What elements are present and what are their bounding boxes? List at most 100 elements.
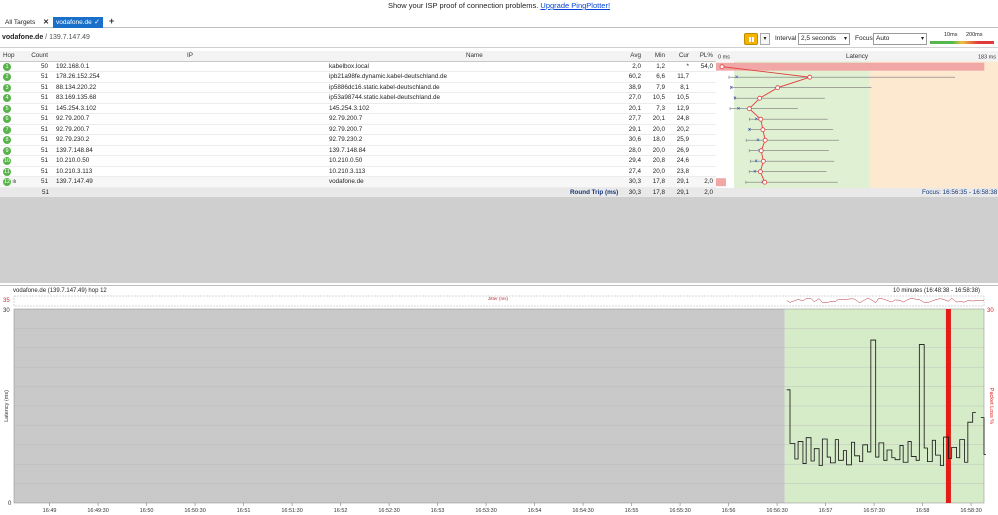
table-row[interactable]: 12 ılı 51 139.7.147.49 vodafone.de 30,3 17,8 2… (0, 177, 716, 188)
table-row[interactable]: 8 51 92.79.230.2 92.79.230.2 30,6 18,0 25,9 (0, 135, 716, 146)
count-header[interactable]: Count (28, 51, 48, 62)
hop-badge: 7 (3, 125, 11, 134)
latency-avg-point (719, 64, 725, 70)
hop-cell: 4 (3, 93, 21, 104)
latency-header-label: Latency (846, 53, 869, 60)
pause-dropdown-icon[interactable]: ▾ (760, 33, 770, 45)
x-tick-label: 16:55 (625, 508, 639, 514)
name-cell: 139.7.148.84 (329, 146, 366, 154)
x-tick-label: 16:50:30 (184, 508, 205, 514)
latency-cur-mark: × (748, 128, 752, 134)
min-header[interactable]: Min (645, 51, 665, 62)
timeline-graph: 35 Jitter (ms) 30 0 30 Latency (ms) Packet Los… (3, 295, 994, 514)
ip-cell: 145.254.3.102 (56, 104, 97, 112)
y-right-max: 30 (987, 308, 994, 314)
min-cell: 20,8 (652, 157, 665, 164)
table-row[interactable]: 3 51 88.134.220.22 ip5886dc16.static.kabel-… (0, 83, 716, 93)
pause-button[interactable] (744, 33, 758, 45)
tab-vodafone[interactable]: vodafone.de ✓ (53, 17, 103, 28)
add-tab-button[interactable]: + (106, 16, 114, 27)
count-cell: 51 (40, 125, 48, 133)
x-tick-label: 16:50 (140, 508, 154, 514)
summary-min: 17,8 (652, 189, 665, 196)
graph-icon[interactable]: ılı (11, 179, 16, 185)
avg-cell: 60,2 (628, 73, 641, 80)
ip-cell: 178.26.152.254 (56, 73, 100, 80)
avg-header[interactable]: Avg (620, 51, 641, 62)
min-cell: 7,9 (656, 83, 665, 91)
name-cell: 10.210.3.113 (329, 167, 366, 175)
table-row[interactable]: 5 51 145.254.3.102 145.254.3.102 20,1 7,3 12,9 (0, 104, 716, 115)
cur-cell: 26,9 (676, 146, 689, 154)
x-tick-label: 16:49 (43, 508, 57, 514)
interval-select[interactable]: 2,5 seconds ▾ (798, 33, 850, 45)
upgrade-link[interactable]: Upgrade PingPlotter! (540, 1, 610, 10)
cur-header[interactable]: Cur (669, 51, 689, 62)
table-row[interactable]: 7 51 92.79.200.7 92.79.200.7 29,1 20,0 20,2 (0, 125, 716, 135)
x-tick-label: 16:52:30 (378, 508, 399, 514)
hop-cell: 11 (3, 167, 21, 178)
hop-cell: 8 (3, 135, 21, 146)
hop-badge: 6 (3, 115, 11, 123)
packet-loss-marker (945, 309, 951, 503)
min-cell: 20,0 (652, 125, 665, 133)
ip-cell: 10.210.3.113 (56, 167, 93, 175)
count-cell: 51 (40, 178, 48, 185)
hop-badge: 11 (3, 167, 11, 176)
latency-avg-point (762, 179, 768, 185)
table-row[interactable]: 6 51 92.79.200.7 92.79.200.7 27,7 20,1 24,8 (0, 114, 716, 125)
table-row[interactable]: 9 51 139.7.148.84 139.7.148.84 28,0 20,0 26,9 (0, 146, 716, 157)
tab-all-targets[interactable]: All Targets ✕ (2, 17, 51, 28)
focus-range: Focus: 16:56:35 - 16:58:38 (922, 189, 998, 196)
x-tick-label: 16:54 (528, 508, 542, 514)
focus-select[interactable]: Auto ▾ (873, 33, 927, 45)
avg-cell: 27,0 (628, 94, 641, 101)
min-cell: 20,1 (652, 115, 665, 122)
hop-badge: 2 (3, 73, 11, 81)
pl-header[interactable]: PL% (693, 51, 713, 62)
check-icon[interactable]: ✓ (94, 17, 100, 28)
avg-cell: 30,6 (628, 136, 641, 143)
x-tick-label: 16:58 (916, 508, 930, 514)
min-cell: 20,0 (652, 146, 665, 154)
table-row[interactable]: 1 50 192.168.0.1 kabelbox.local 2,0 1,2 * 54,0 (0, 62, 716, 72)
min-cell: 1,2 (656, 62, 665, 70)
ip-header[interactable]: IP (187, 51, 193, 62)
hop-cell: 9 (3, 146, 21, 157)
latency-cur-mark: × (753, 170, 757, 176)
summary-pl: 2,0 (704, 189, 713, 196)
y-left-min: 0 (8, 501, 12, 507)
name-cell: ip5886dc16.static.kabel-deutschland.de (329, 83, 440, 91)
count-cell: 51 (40, 83, 48, 91)
summary-cur: 29,1 (676, 189, 689, 196)
table-row[interactable]: 4 51 83.169.135.68 ip53a98744.static.kabel-… (0, 93, 716, 104)
table-row[interactable]: 11 51 10.210.3.113 10.210.3.113 27,4 20,0 23,8 (0, 167, 716, 178)
hop-header[interactable]: Hop (3, 51, 21, 62)
pl-cell: 2,0 (704, 178, 713, 185)
hop-cell: 5 (3, 104, 21, 115)
count-cell: 51 (40, 94, 48, 101)
name-cell: 92.79.200.7 (329, 125, 363, 133)
timeline-header: vodafone.de (139.7.147.49) hop 12 10 min… (0, 285, 998, 295)
latency-bg-warn (869, 51, 998, 188)
latency-cur-mark: × (729, 86, 733, 92)
chevron-down-icon: ▾ (920, 36, 924, 42)
jitter-max-label: 35 (3, 298, 10, 304)
hop-badge: 4 (3, 94, 11, 102)
table-row[interactable]: 10 51 10.210.0.50 10.210.0.50 29,4 20,8 24,6 (0, 156, 716, 167)
tab-all-targets-label: All Targets (5, 19, 36, 26)
packet-loss-bar (716, 178, 726, 187)
cur-cell: 10,5 (676, 94, 689, 101)
summary-label: Round Trip (ms) (570, 189, 619, 196)
x-tick-label: 16:57:30 (863, 508, 884, 514)
avg-cell: 2,0 (632, 62, 641, 70)
hop-badge: 1 (3, 62, 11, 71)
name-header[interactable]: Name (466, 51, 483, 62)
cur-cell: * (686, 62, 689, 70)
x-tick-label: 16:52 (334, 508, 348, 514)
table-row[interactable]: 2 51 178.26.152.254 ipb21a98fe.dynamic.kabe… (0, 72, 716, 83)
min-cell: 17,8 (652, 178, 665, 185)
ip-cell: 10.210.0.50 (56, 157, 90, 164)
close-icon[interactable]: ✕ (43, 17, 49, 28)
interval-label: Interval (775, 35, 797, 42)
